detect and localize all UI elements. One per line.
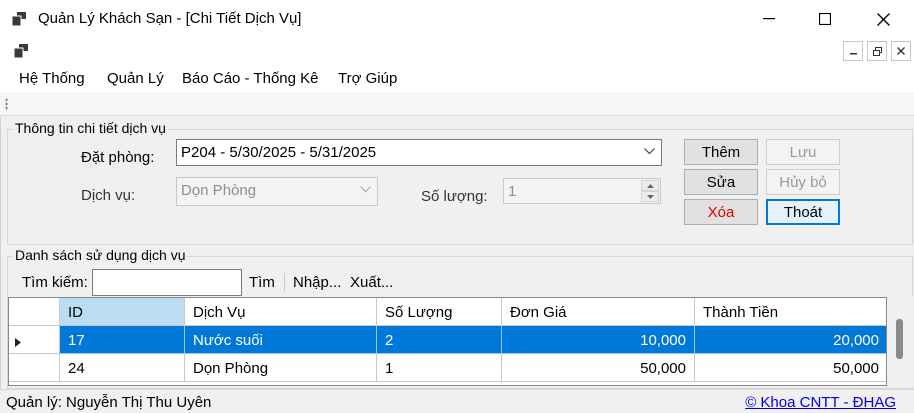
main-panel: Thông tin chi tiết dịch vụ Đặt phòng: P2… [0,117,913,413]
menu-bao-cao-thong-ke[interactable]: Báo Cáo - Thống Kê [182,70,318,87]
service-combobox[interactable]: Dọn Phòng [176,177,378,206]
search-label: Tìm kiếm: [22,274,88,291]
row-header-corner [9,298,60,326]
search-input[interactable] [92,269,242,296]
exit-button[interactable]: Thoát [766,199,840,225]
current-row-arrow-icon [15,338,21,347]
maximize-icon [819,13,831,25]
chevron-down-icon [644,148,655,155]
add-button[interactable]: Thêm [684,139,758,165]
child-restore-button[interactable] [867,41,887,61]
cell-total[interactable]: 50,000 [695,354,886,382]
caret-up-icon [646,183,654,188]
minimize-button[interactable] [740,0,798,38]
cell-total[interactable]: 20,000 [695,326,886,354]
maximize-button[interactable] [796,0,854,38]
restore-icon [872,46,882,56]
cell-quantity[interactable]: 1 [377,354,502,382]
quantity-stepper[interactable]: 1 [503,178,661,204]
mdi-child-bar [0,38,914,64]
cancel-button[interactable]: Hủy bỏ [766,169,840,195]
detail-legend: Thông tin chi tiết dịch vụ [13,120,168,136]
minimize-icon [849,52,857,54]
close-icon [876,12,890,26]
column-header-price[interactable]: Đơn Giá [502,298,695,326]
quantity-label: Số lượng: [421,188,488,205]
cell-service[interactable]: Dọn Phòng [185,354,377,382]
quantity-down-button[interactable] [641,191,659,202]
edit-button[interactable]: Sửa [684,169,758,195]
cell-id[interactable]: 24 [60,354,185,382]
scrollbar-thumb[interactable] [896,319,903,359]
menu-tro-giup[interactable]: Trợ Giúp [338,70,397,87]
column-header-quantity[interactable]: Số Lượng [377,298,502,326]
service-label: Dịch vụ: [81,187,136,204]
save-button[interactable]: Lưu [766,139,840,165]
credit-link[interactable]: © Khoa CNTT - ĐHAG [745,394,896,411]
cell-quantity[interactable]: 2 [377,326,502,354]
column-header-service[interactable]: Dịch Vụ [185,298,377,326]
status-user: Quản lý: Nguyễn Thị Thu Uyên [6,394,212,411]
booking-combobox[interactable]: P204 - 5/30/2025 - 5/31/2025 [176,139,662,166]
app-window-icon [12,12,26,26]
grid-vertical-scrollbar[interactable] [887,297,913,386]
status-bar: Quản lý: Nguyễn Thị Thu Uyên © Khoa CNTT… [0,389,914,413]
service-usage-grid[interactable]: ID Dịch Vụ Số Lượng Đơn Giá Thành Tiền 1… [8,297,887,386]
cell-id[interactable]: 17 [60,326,185,354]
toolstrip-grip[interactable] [5,98,8,111]
child-window-icon[interactable] [14,44,28,58]
row-header[interactable] [9,326,60,354]
menu-he-thong[interactable]: Hệ Thống [19,70,85,87]
list-legend: Danh sách sử dụng dịch vụ [13,247,188,263]
find-button[interactable]: Tìm [249,274,275,291]
service-value: Dọn Phòng [181,182,257,199]
child-close-button[interactable] [891,41,911,61]
caret-down-icon [646,194,654,199]
close-icon [897,47,905,55]
export-button[interactable]: Xuất... [350,274,393,291]
child-minimize-button[interactable] [843,41,863,61]
column-header-total[interactable]: Thành Tiền [695,298,886,326]
quantity-value: 1 [508,183,517,200]
menu-bar: Hệ Thống Quản Lý Báo Cáo - Thống Kê Trợ … [0,64,914,92]
quantity-up-button[interactable] [641,180,659,191]
title-bar: Quản Lý Khách Sạn - [Chi Tiết Dịch Vụ] [0,0,914,38]
close-button[interactable] [854,0,912,38]
toolbar-separator [284,273,285,292]
row-header[interactable] [9,354,60,382]
chevron-down-icon [360,186,371,193]
cell-price[interactable]: 50,000 [502,354,695,382]
minimize-icon [763,18,775,20]
import-button[interactable]: Nhập... [293,274,341,291]
delete-button[interactable]: Xóa [684,199,758,225]
cell-price[interactable]: 10,000 [502,326,695,354]
window-title: Quản Lý Khách Sạn - [Chi Tiết Dịch Vụ] [38,10,302,27]
column-header-id[interactable]: ID [60,298,185,326]
toolstrip [0,92,914,116]
booking-label: Đặt phòng: [81,149,155,166]
menu-quan-ly[interactable]: Quản Lý [107,70,164,87]
booking-value: P204 - 5/30/2025 - 5/31/2025 [181,144,377,161]
cell-service[interactable]: Nước suối [185,326,377,354]
